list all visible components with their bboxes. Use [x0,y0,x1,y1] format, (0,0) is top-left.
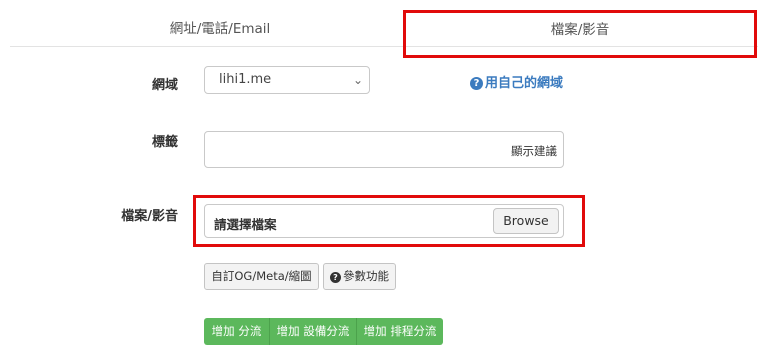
add-device-split-button[interactable]: 增加 設備分流 [270,318,357,345]
params-label: 參數功能 [343,269,389,283]
add-split-button[interactable]: 增加 分流 [204,318,270,345]
tag-input[interactable]: 顯示建議 [204,131,564,168]
tag-label: 標籤 [151,135,178,150]
file-media-label: 檔案/影音 [121,209,178,224]
params-button[interactable]: ? 參數功能 [323,263,396,290]
tab-url-phone-email[interactable]: 網址/電話/Email [150,12,290,46]
tab-file-media[interactable]: 檔案/影音 [405,10,755,56]
show-suggestions-link[interactable]: 顯示建議 [511,143,557,159]
tab-divider [10,46,758,47]
own-domain-text: 用自己的網域 [485,76,564,91]
file-input[interactable]: 請選擇檔案 Browse [204,204,564,238]
file-placeholder: 請選擇檔案 [214,217,277,232]
og-meta-button[interactable]: 自訂OG/Meta/縮圖 [204,263,319,290]
add-schedule-split-button[interactable]: 增加 排程分流 [357,318,443,345]
question-circle-icon: ? [330,272,341,283]
domain-label: 網域 [151,78,178,93]
browse-button[interactable]: Browse [493,208,559,234]
own-domain-link[interactable]: ? 用自己的網域 [470,72,563,91]
domain-select[interactable]: lihi1.me ⌄ [204,66,370,94]
domain-value: lihi1.me [219,72,272,87]
question-circle-icon: ? [470,77,483,90]
chevron-down-icon: ⌄ [352,73,363,87]
tab-bar: 網址/電話/Email 檔案/影音 [10,12,758,48]
